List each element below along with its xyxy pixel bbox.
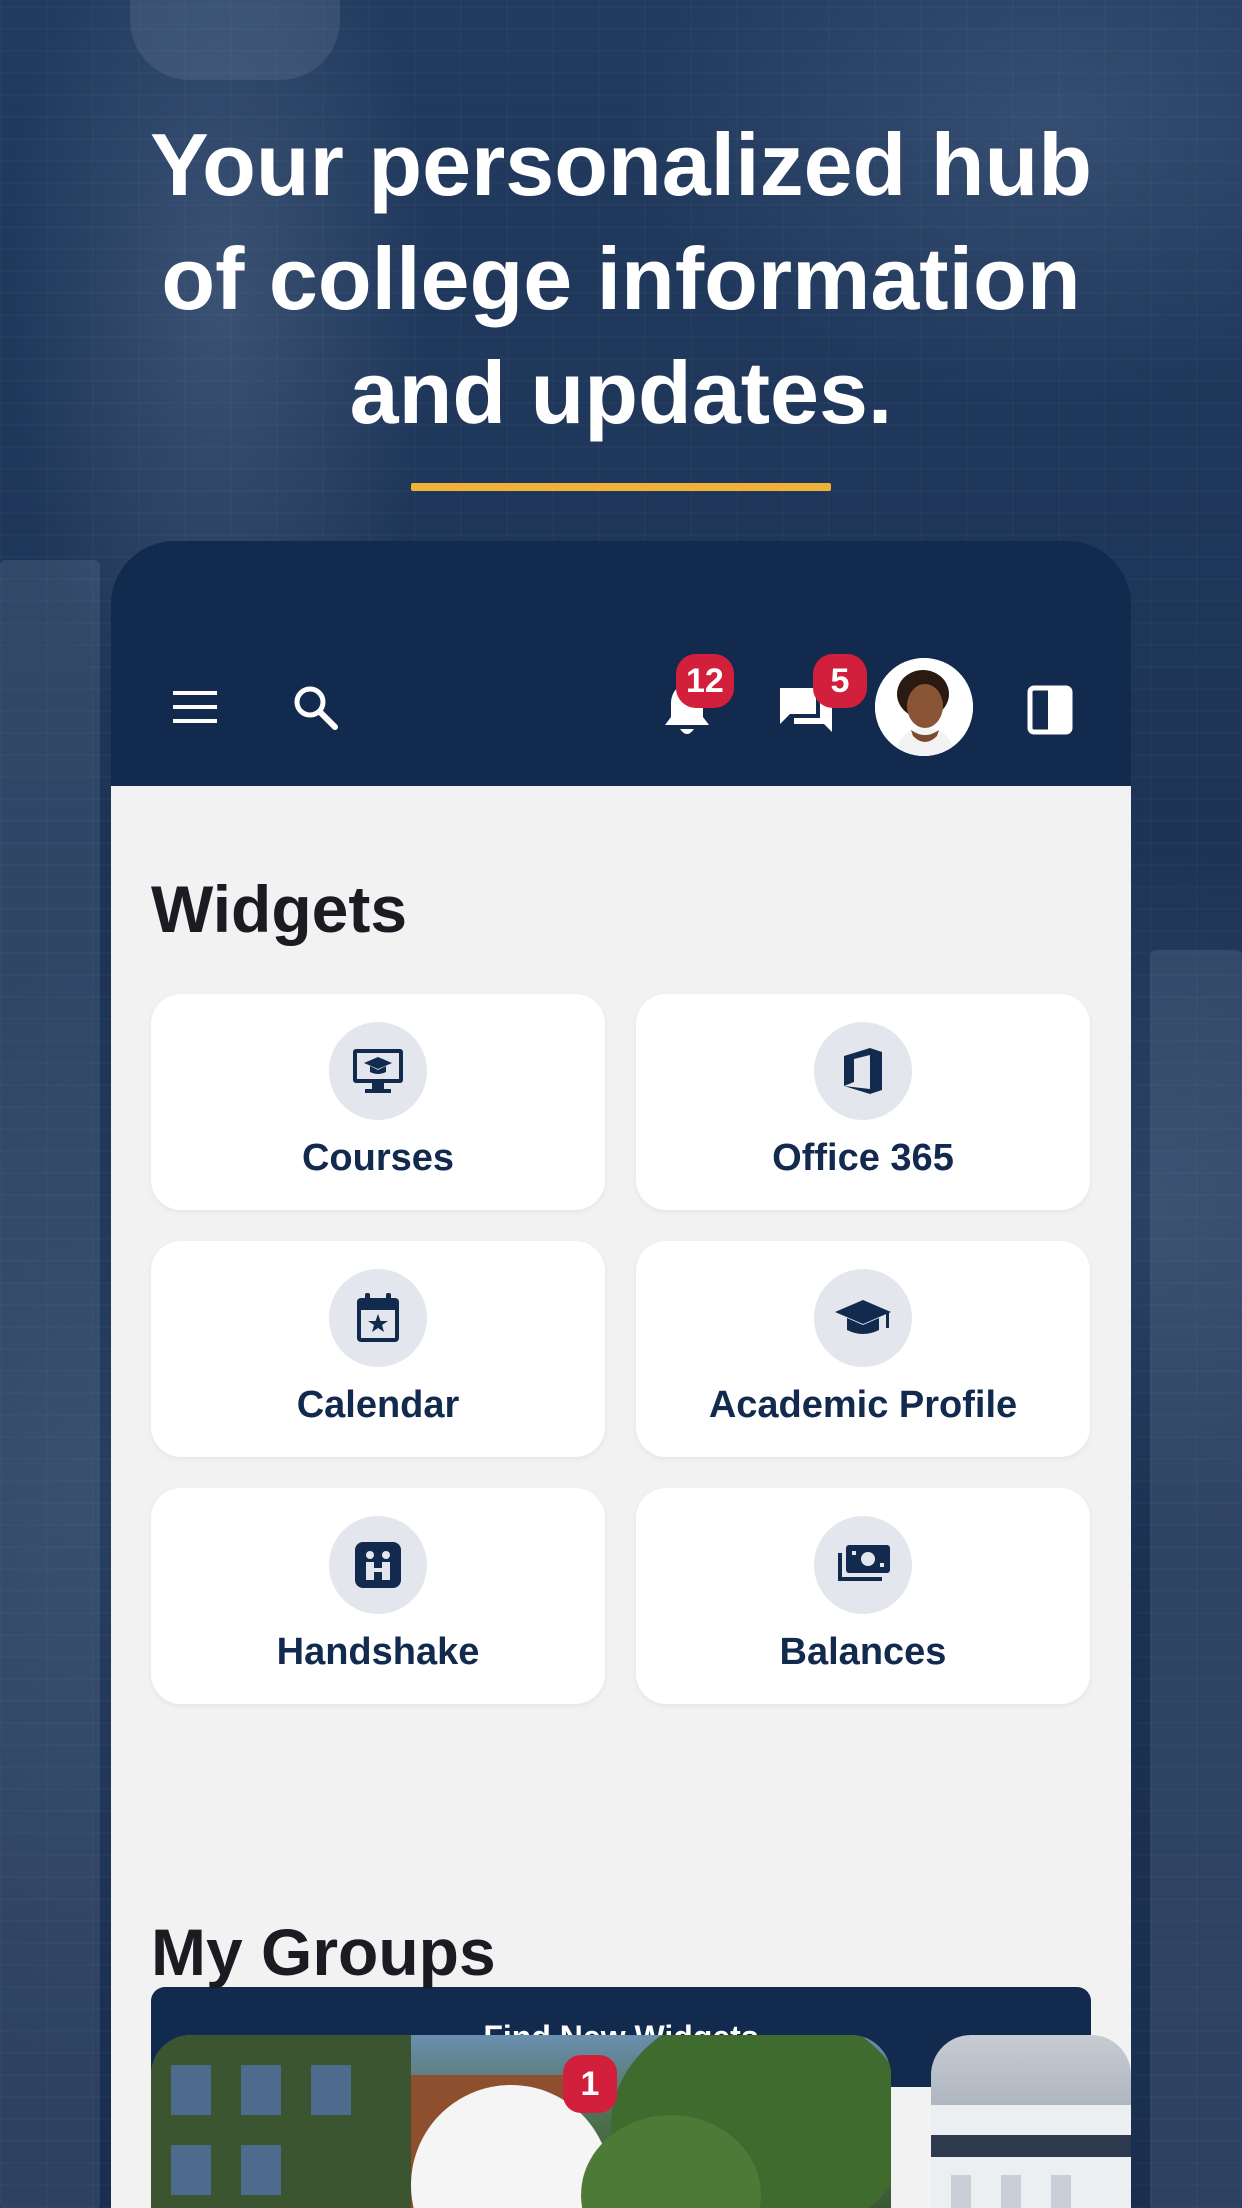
widget-label: Courses	[301, 1137, 455, 1179]
widget-icon-circle	[329, 1269, 427, 1367]
background-pillar	[0, 560, 100, 2208]
promo-screen: Your personalized hub of college informa…	[0, 0, 1242, 2208]
widget-label: Office 365	[772, 1137, 954, 1179]
widget-office-365[interactable]: Office 365	[636, 994, 1090, 1210]
widget-calendar[interactable]: Calendar	[151, 1241, 605, 1457]
widgets-title: Widgets	[151, 872, 408, 946]
widget-icon-circle	[814, 1022, 912, 1120]
widget-handshake[interactable]: Handshake	[151, 1488, 605, 1704]
widget-icon-circle	[329, 1516, 427, 1614]
graduation-cap-icon	[835, 1300, 891, 1334]
group-photo	[931, 2105, 1131, 2208]
user-photo	[875, 658, 973, 756]
headline-underline	[411, 483, 831, 491]
widget-icon-circle	[329, 1022, 427, 1120]
headline-line: of college information	[161, 229, 1081, 328]
notifications-badge: 12	[676, 654, 734, 708]
avatar[interactable]	[875, 658, 973, 756]
group-badge: 1	[563, 2055, 617, 2113]
widget-icon-circle	[814, 1516, 912, 1614]
messages-badge: 5	[813, 654, 867, 708]
money-icon	[838, 1545, 890, 1581]
background-pillar	[130, 0, 340, 80]
background-pillar	[1150, 950, 1242, 2208]
menu-button[interactable]	[169, 681, 221, 733]
search-icon	[294, 686, 338, 730]
search-button[interactable]	[289, 681, 341, 733]
group-card[interactable]	[931, 2035, 1131, 2208]
home-content: Widgets Courses Office 365 Calendar Acad…	[111, 786, 1131, 2208]
side-panel-button[interactable]	[1019, 679, 1081, 741]
promo-headline: Your personalized hub of college informa…	[0, 108, 1242, 450]
widget-label: Calendar	[296, 1384, 460, 1426]
my-groups-title: My Groups	[151, 1915, 496, 1989]
widget-academic-profile[interactable]: Academic Profile	[636, 1241, 1090, 1457]
widget-label: Balances	[779, 1631, 947, 1673]
widget-icon-circle	[814, 1269, 912, 1367]
widget-balances[interactable]: Balances	[636, 1488, 1090, 1704]
widget-label: Handshake	[276, 1631, 480, 1673]
menu-icon	[173, 691, 217, 723]
group-card[interactable]	[151, 2035, 891, 2208]
app-top-bar: 12 5	[111, 541, 1131, 786]
office-365-icon	[844, 1048, 882, 1094]
headline-line: Your personalized hub	[149, 115, 1092, 214]
widget-courses[interactable]: Courses	[151, 994, 605, 1210]
widget-label: Academic Profile	[708, 1384, 1018, 1426]
phone-frame: 12 5 Widgets Courses Office 365 Calendar…	[111, 541, 1131, 2208]
calendar-icon	[357, 1293, 399, 1342]
handshake-icon	[355, 1542, 401, 1588]
group-photo	[151, 2035, 891, 2208]
headline-line: and updates.	[349, 343, 893, 442]
side-panel-icon	[1027, 685, 1073, 735]
courses-icon	[353, 1049, 403, 1093]
